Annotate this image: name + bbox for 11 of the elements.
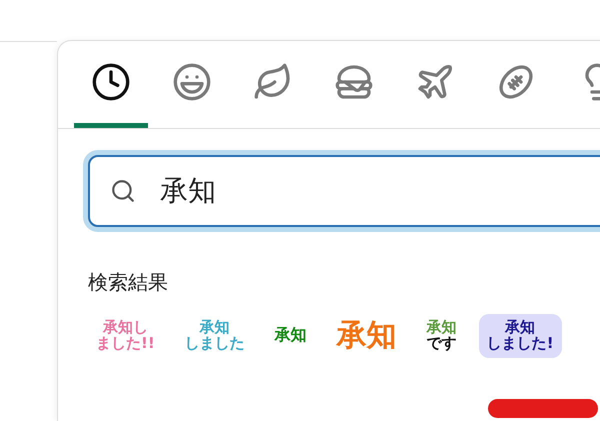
search-field[interactable]: 承知 bbox=[88, 155, 600, 227]
emoji-result[interactable]: 承知 です bbox=[418, 314, 465, 358]
emoji-result[interactable]: 承知し ました!! bbox=[88, 314, 163, 358]
emoji-result[interactable]: 承知 しました bbox=[176, 314, 253, 358]
clock-icon bbox=[91, 62, 131, 102]
emoji-result[interactable]: 承知 しました! bbox=[478, 314, 562, 358]
section-heading: 検索結果 bbox=[88, 269, 169, 296]
search-icon bbox=[110, 178, 136, 204]
smiley-icon bbox=[172, 62, 212, 102]
emoji-result[interactable]: 承知 bbox=[266, 321, 315, 350]
emoji-result[interactable]: 承知 bbox=[328, 314, 405, 358]
